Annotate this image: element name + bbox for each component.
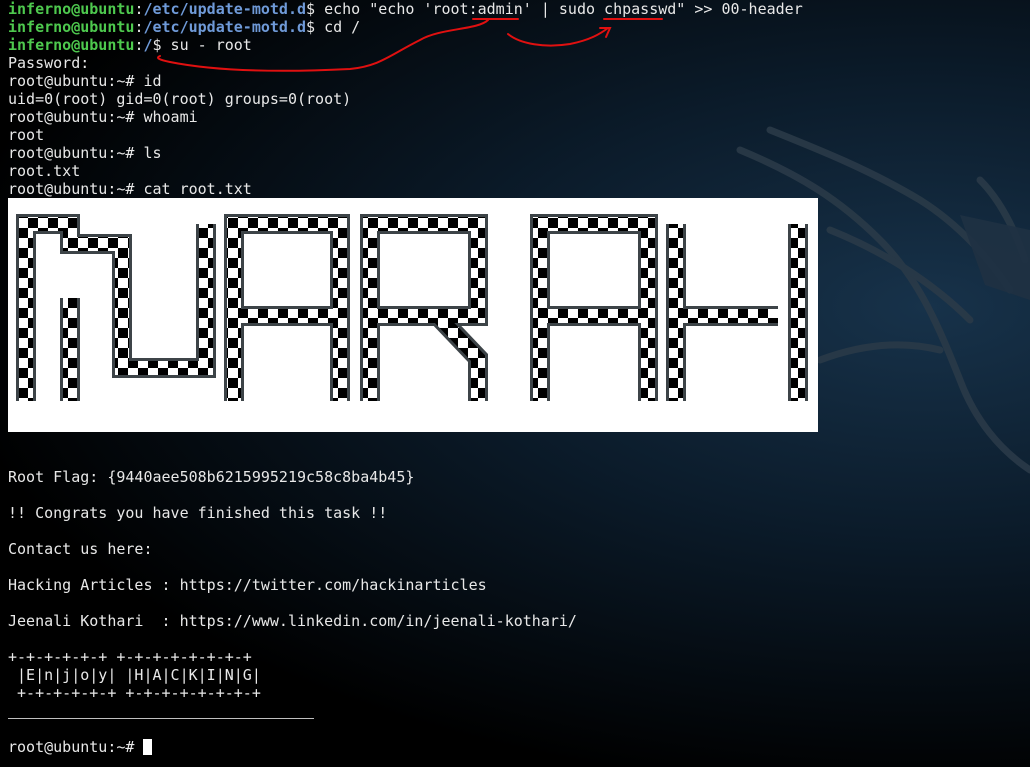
user-host: inferno@ubuntu bbox=[8, 36, 135, 54]
terminal-output: root bbox=[8, 126, 45, 144]
terminal-output: uid=0(root) gid=0(root) groups=0(root) bbox=[8, 90, 352, 108]
text-cursor bbox=[143, 739, 153, 755]
terminal-line: inferno@ubuntu:/$ su - root bbox=[8, 36, 252, 54]
jeenali-kothari-line: Jeenali Kothari : https://www.linkedin.c… bbox=[8, 612, 577, 630]
ascii-art-line: |E|n|j|o|y| |H|A|C|K|I|N|G| bbox=[8, 666, 261, 684]
arrow-admin-to-chpasswd bbox=[507, 27, 609, 47]
terminal-line: root@ubuntu:~# ls bbox=[8, 144, 162, 162]
ascii-art-line: +-+-+-+-+-+ +-+-+-+-+-+-+-+ bbox=[8, 684, 261, 702]
terminal-line: inferno@ubuntu:/etc/update-motd.d$ echo … bbox=[8, 0, 803, 18]
root-flag-line: Root Flag: {9440aee508b6215995219c58c8ba… bbox=[8, 468, 415, 486]
congrats-line: !! Congrats you have finished this task … bbox=[8, 504, 388, 522]
cwd-path: /etc/update-motd.d bbox=[143, 18, 307, 36]
narak-ascii-banner bbox=[8, 198, 818, 432]
terminal-line: inferno@ubuntu:/etc/update-motd.d$ cd / bbox=[8, 18, 360, 36]
final-prompt-line[interactable]: root@ubuntu:~# bbox=[8, 738, 153, 756]
narak-banner-graphic bbox=[16, 214, 808, 401]
contact-heading: Contact us here: bbox=[8, 540, 153, 558]
hacking-articles-line: Hacking Articles : https://twitter.com/h… bbox=[8, 576, 487, 594]
cwd-path: / bbox=[143, 36, 153, 54]
arrowhead bbox=[599, 27, 612, 38]
command-text: $ cd / bbox=[306, 18, 361, 36]
command-text: $ su - root bbox=[152, 36, 252, 54]
prompt-text: root@ubuntu:~# bbox=[8, 738, 144, 756]
user-host: inferno@ubuntu bbox=[8, 18, 135, 36]
ascii-art-line: +-+-+-+-+-+ +-+-+-+-+-+-+-+ bbox=[8, 648, 252, 666]
cwd-path: /etc/update-motd.d bbox=[143, 0, 307, 18]
terminal-line: root@ubuntu:~# id bbox=[8, 72, 162, 90]
password-prompt: Password: bbox=[8, 54, 90, 72]
terminal-output: root.txt bbox=[8, 162, 81, 180]
terminal-line: root@ubuntu:~# whoami bbox=[8, 108, 198, 126]
divider-line bbox=[8, 718, 314, 719]
terminal-line: root@ubuntu:~# cat root.txt bbox=[8, 180, 252, 198]
user-host: inferno@ubuntu bbox=[8, 0, 135, 18]
command-text: $ echo "echo 'root:admin' | sudo chpassw… bbox=[306, 0, 803, 18]
terminal-window[interactable]: inferno@ubuntu:/etc/update-motd.d$ echo … bbox=[0, 0, 1030, 767]
